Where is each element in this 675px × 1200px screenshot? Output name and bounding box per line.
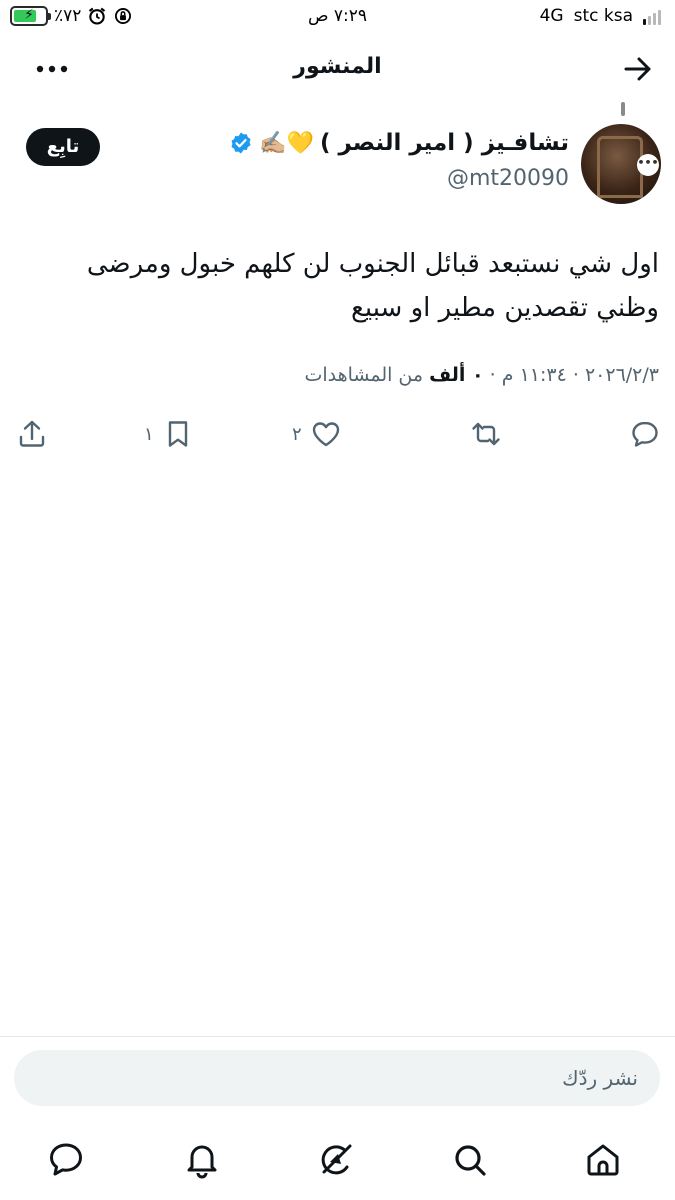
post-header: المنشور xyxy=(0,44,675,94)
tweet-text: اول شي نستبعد قبائل الجنوب لن كلهم خبول … xyxy=(86,249,659,323)
arrow-right-icon[interactable] xyxy=(621,52,655,86)
share-button[interactable] xyxy=(16,418,48,450)
grok-icon xyxy=(321,1144,352,1175)
views-count[interactable]: ٠ ألف xyxy=(429,364,484,386)
status-bar-right: 4G stc ksa xyxy=(540,6,661,26)
tweet-actions: ٢ ١ xyxy=(0,418,675,462)
like-button[interactable]: ٢ xyxy=(292,418,342,450)
thread-line xyxy=(621,102,625,116)
author-emojis: 💛✍🏼 xyxy=(259,130,314,156)
bookmark-count: ١ xyxy=(144,423,154,445)
nav-search[interactable] xyxy=(450,1140,494,1184)
retweet-button[interactable] xyxy=(470,418,502,450)
bell-icon xyxy=(187,1145,217,1179)
meta-separator: · xyxy=(489,364,496,386)
tweet-time: ١١:٣٤ م xyxy=(501,364,567,386)
network-type: 4G xyxy=(539,6,564,26)
share-icon xyxy=(19,420,45,447)
search-icon xyxy=(455,1145,486,1176)
nav-home[interactable] xyxy=(583,1140,627,1184)
nav-messages[interactable] xyxy=(46,1140,90,1184)
reply-icon xyxy=(632,421,658,447)
signal-icon xyxy=(643,7,661,25)
heart-icon xyxy=(312,422,339,447)
nav-grok[interactable] xyxy=(316,1140,360,1184)
carrier-name: stc ksa xyxy=(573,6,633,26)
page-title: المنشور xyxy=(293,54,382,79)
divider xyxy=(0,1036,675,1037)
meta-separator: · xyxy=(572,364,579,386)
home-icon xyxy=(587,1144,619,1176)
views-label: من المشاهدات xyxy=(304,364,424,386)
bookmark-button[interactable]: ١ xyxy=(144,418,194,450)
author-name-line[interactable]: تشافـيز ( امير النصر ) 💛✍🏼 xyxy=(229,130,569,156)
verified-badge-icon xyxy=(231,132,251,154)
message-icon xyxy=(50,1143,82,1176)
bottom-nav xyxy=(0,1134,675,1190)
tweet-date: ٢٠٢٦/٢/٣ xyxy=(584,364,659,386)
follow-button[interactable]: تابِع xyxy=(26,128,100,166)
reply-button[interactable] xyxy=(629,418,661,450)
author-name[interactable]: تشافـيز ( امير النصر ) xyxy=(320,130,569,156)
status-bar: ⚡ ٪٧٢ ٧:٢٩ ص 4G stc ksa xyxy=(0,0,675,36)
bookmark-icon xyxy=(168,421,187,447)
reply-placeholder: نشر ردّك xyxy=(562,1066,638,1090)
tweet-meta: ٢٠٢٦/٢/٣ · ١١:٣٤ م · ٠ ألف من المشاهدات xyxy=(9,364,659,386)
like-count: ٢ xyxy=(292,423,302,445)
nav-notifications[interactable] xyxy=(182,1140,226,1184)
avatar[interactable]: ••• xyxy=(581,124,661,204)
retweet-icon xyxy=(472,422,500,446)
author-handle[interactable]: @mt20090 xyxy=(447,166,569,191)
reply-input[interactable]: نشر ردّك xyxy=(14,1050,660,1106)
